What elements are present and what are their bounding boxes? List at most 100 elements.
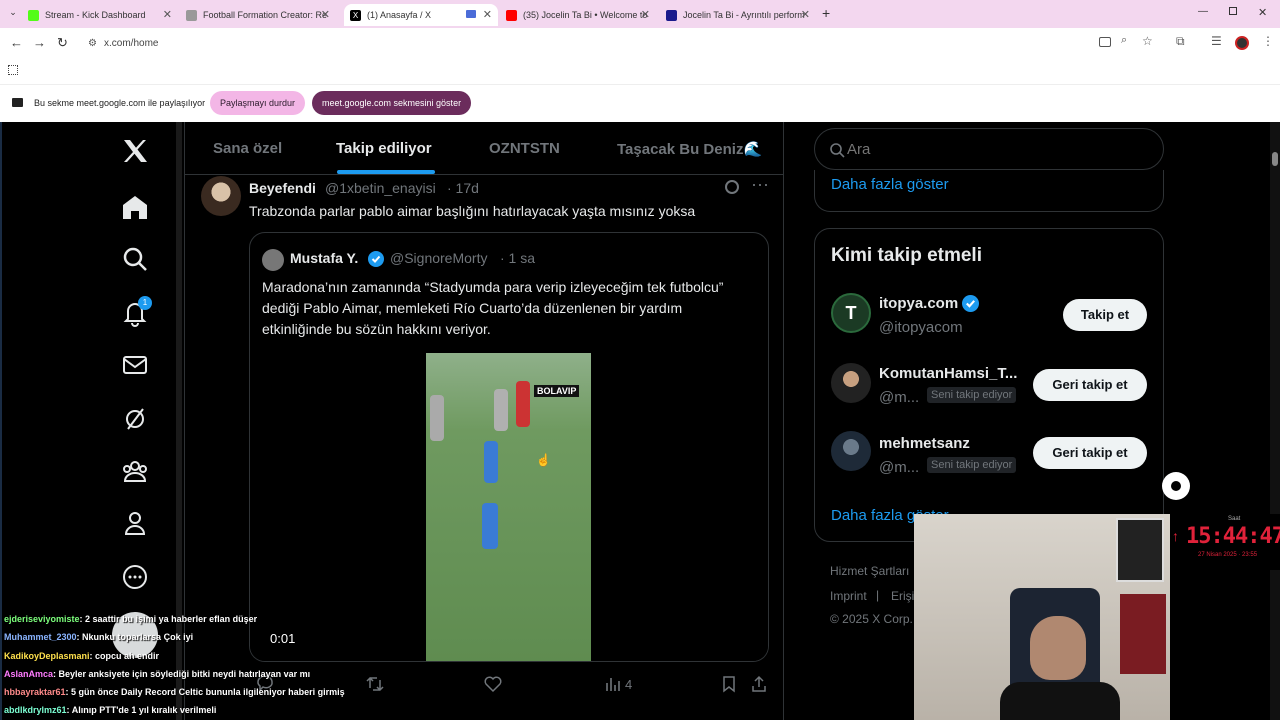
tab-for-you[interactable]: Sana özel xyxy=(213,140,282,157)
clock-date: 27 Nisan 2025 · 23:55 xyxy=(1198,552,1258,558)
quoted-timestamp: · 1 sa xyxy=(500,250,536,266)
share-icon[interactable] xyxy=(749,674,769,694)
footer-accessibility-link[interactable]: Erişi xyxy=(891,589,914,603)
suggested-account-name[interactable]: mehmetsanz xyxy=(879,435,970,452)
suggested-account-name[interactable]: itopya.com xyxy=(879,295,958,312)
profile-icon[interactable] xyxy=(120,508,150,538)
tab-title: Jocelin Ta Bi - Ayrıntılı perform xyxy=(683,10,805,20)
suggested-account-name[interactable]: KomutanHamsi_T... xyxy=(879,365,1025,382)
site-info-icon[interactable]: ⚙ xyxy=(88,32,97,56)
tweet-author-name[interactable]: Beyefendi xyxy=(249,180,316,196)
media-control-icon[interactable]: ☰ xyxy=(1211,34,1222,48)
page-scrollbar[interactable] xyxy=(1270,122,1280,720)
tab-tasacak-bu-deniz[interactable]: Taşacak Bu Deniz🌊 xyxy=(617,140,762,158)
follow-back-button[interactable]: Geri takip et xyxy=(1033,369,1147,401)
chat-username: AslanAmca xyxy=(4,669,54,679)
maximize-icon[interactable] xyxy=(1229,7,1237,15)
floating-record-button[interactable] xyxy=(1162,472,1190,500)
browser-tab[interactable]: (35) Jocelin Ta Bi • Welcome to ✕ xyxy=(506,4,656,26)
like-heart-icon[interactable] xyxy=(483,674,503,694)
communities-icon[interactable] xyxy=(120,456,150,486)
show-more-link[interactable]: Daha fazla göster xyxy=(831,176,949,193)
tab-title: (35) Jocelin Ta Bi • Welcome to xyxy=(523,10,648,20)
footer-imprint-link[interactable]: Imprint xyxy=(830,589,867,603)
apps-grid-icon[interactable] xyxy=(8,65,18,75)
quoted-tweet-card[interactable]: Mustafa Y. @SignoreMorty · 1 sa Maradona… xyxy=(249,232,769,662)
follow-button[interactable]: Takip et xyxy=(1063,299,1147,331)
footer-terms-link[interactable]: Hizmet Şartları xyxy=(830,564,909,578)
player-figure xyxy=(484,441,498,483)
tab-ozntstn[interactable]: OZNTSTN xyxy=(489,140,560,157)
more-options-icon[interactable] xyxy=(120,562,150,592)
suggested-account-avatar[interactable]: T xyxy=(831,293,871,333)
tweet-timestamp[interactable]: · 17d xyxy=(447,180,479,196)
clock-up-arrow-icon: ↑ xyxy=(1172,528,1179,544)
player-figure xyxy=(482,503,498,549)
tweet-author-avatar[interactable] xyxy=(201,176,241,216)
zoom-icon[interactable]: ⌕ xyxy=(1121,34,1127,47)
extensions-icon[interactable]: ⧉ xyxy=(1176,34,1185,49)
grok-explain-icon[interactable] xyxy=(725,180,739,194)
bookmark-icon[interactable] xyxy=(719,674,739,694)
tab-title: Football Formation Creator: Re xyxy=(203,10,328,20)
browser-menu-icon[interactable]: ⋮ xyxy=(1262,34,1274,48)
close-icon[interactable]: ✕ xyxy=(321,8,330,21)
browser-tab[interactable]: Jocelin Ta Bi - Ayrıntılı perform ✕ xyxy=(666,4,816,26)
views-chart-icon[interactable] xyxy=(603,674,623,694)
footer-copyright: © 2025 X Corp. xyxy=(830,612,913,626)
stop-sharing-button[interactable]: Paylaşmayı durdur xyxy=(210,91,306,115)
browser-tab-active[interactable]: X (1) Anasayfa / X ✕ xyxy=(344,4,498,26)
profile-avatar[interactable] xyxy=(1235,36,1249,50)
search-input[interactable] xyxy=(847,139,1147,159)
close-icon[interactable]: ✕ xyxy=(163,8,172,21)
search-icon[interactable] xyxy=(120,244,150,274)
install-app-icon[interactable] xyxy=(1099,37,1111,47)
tab-following[interactable]: Takip ediliyor xyxy=(336,140,432,157)
close-icon[interactable]: ✕ xyxy=(483,8,492,21)
chat-text: : 2 saattir bu işimi ya haberler eflan d… xyxy=(79,614,258,624)
chat-message: AslanAmca: Beyler anksiyete için söyledi… xyxy=(4,669,310,679)
grok-icon[interactable] xyxy=(120,404,150,434)
page-favicon-icon xyxy=(666,9,677,21)
minimize-icon[interactable]: — xyxy=(1198,6,1208,17)
follow-back-button[interactable]: Geri takip et xyxy=(1033,437,1147,469)
suggested-account-avatar[interactable] xyxy=(831,363,871,403)
close-icon[interactable]: ✕ xyxy=(801,8,810,21)
webcam-shelf xyxy=(1120,594,1166,674)
new-tab-plus-icon[interactable]: + xyxy=(822,5,830,21)
follows-you-badge: Seni takip ediyor xyxy=(927,387,1017,403)
tweet-more-icon[interactable]: ··· xyxy=(751,174,769,195)
chat-username: abdlkdrylmz61 xyxy=(4,705,67,715)
clock-overlay: Saat ↑ 15:44:47 27 Nisan 2025 · 23:55 xyxy=(1170,514,1280,570)
webcam-board xyxy=(1116,518,1164,582)
close-icon[interactable]: ✕ xyxy=(641,8,650,21)
address-bar[interactable]: ⚙ x.com/home xyxy=(84,32,1164,56)
chat-text: : Nkunku toparlarsa Çok iyi xyxy=(76,632,194,642)
video-time: 0:01 xyxy=(270,631,296,646)
address-url: x.com/home xyxy=(104,38,159,49)
back-arrow-icon[interactable]: ← xyxy=(10,35,23,50)
tweet-author-handle[interactable]: @1xbetin_enayisi xyxy=(325,180,436,196)
chat-message: hbbayraktar61: 5 gün önce Daily Record C… xyxy=(4,687,345,697)
home-icon[interactable] xyxy=(120,192,150,222)
search-box[interactable] xyxy=(814,128,1164,170)
scrollbar-thumb[interactable] xyxy=(1272,152,1278,166)
forward-arrow-icon[interactable]: → xyxy=(33,35,46,50)
suggested-account-avatar[interactable] xyxy=(831,431,871,471)
x-logo-icon[interactable] xyxy=(120,136,150,166)
video-frame-football-pitch: BOLAVIP xyxy=(426,353,591,661)
browser-tab[interactable]: Stream - Kick Dashboard ✕ xyxy=(28,4,178,26)
close-window-icon[interactable]: ✕ xyxy=(1258,6,1267,19)
repost-icon[interactable] xyxy=(365,674,385,694)
tab-search-chevron-icon[interactable]: ⌄ xyxy=(6,7,20,21)
nav-scrollbar[interactable] xyxy=(176,122,182,720)
clock-time: 15:44:47 xyxy=(1186,524,1280,549)
show-meet-tab-button[interactable]: meet.google.com sekmesini göster xyxy=(312,91,472,115)
webcam-person-body xyxy=(1000,682,1120,720)
bookmark-star-icon[interactable]: ☆ xyxy=(1142,34,1153,48)
reload-icon[interactable]: ↻ xyxy=(57,35,68,51)
video-player[interactable]: BOLAVIP 0:01 ☝ xyxy=(250,353,768,661)
chat-text: : Alınıp PTT'de 1 yıl kıralık verilmeli xyxy=(66,705,217,715)
messages-envelope-icon[interactable] xyxy=(120,350,150,380)
browser-tab[interactable]: Football Formation Creator: Re ✕ xyxy=(186,4,336,26)
